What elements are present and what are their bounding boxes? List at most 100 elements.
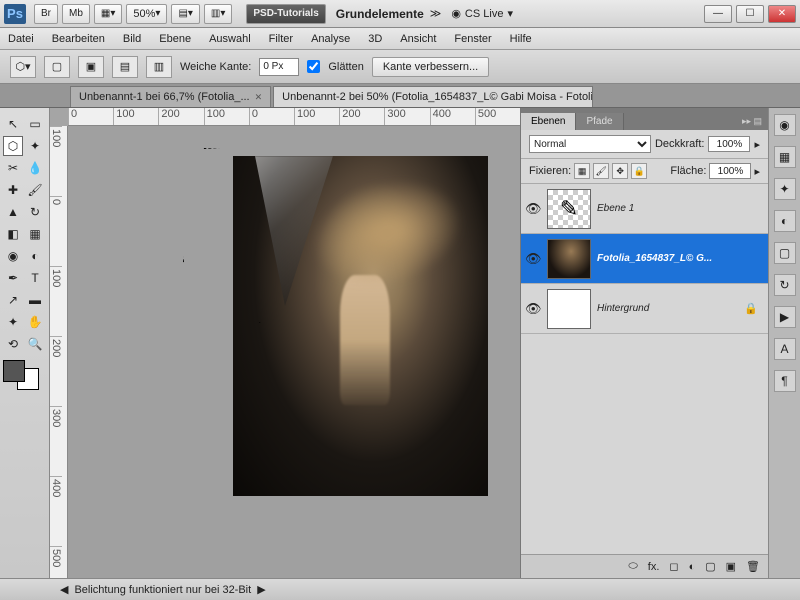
dodge-tool[interactable]: ◐ — [25, 246, 45, 266]
layer-row[interactable]: 👁 Fotolia_1654837_L© G... — [521, 234, 768, 284]
marquee-tool[interactable]: ▭ — [25, 114, 45, 134]
tab-doc1[interactable]: Unbenannt-1 bei 66,7% (Fotolia_...✕ — [70, 86, 271, 107]
lock-all-icon[interactable]: 🔒 — [631, 163, 647, 179]
minibridge-button[interactable]: Mb — [62, 4, 90, 24]
masks-panel-icon[interactable]: ▢ — [774, 242, 796, 264]
pen-tool[interactable]: ✒ — [3, 268, 23, 288]
tab-doc2[interactable]: Unbenannt-2 bei 50% (Fotolia_1654837_L© … — [273, 86, 593, 107]
layer-name[interactable]: Fotolia_1654837_L© G... — [597, 253, 764, 264]
lasso-tool[interactable]: ⬡ — [3, 136, 23, 156]
paragraph-panel-icon[interactable]: ¶ — [774, 370, 796, 392]
history-panel-icon[interactable]: ↻ — [774, 274, 796, 296]
workspace-name[interactable]: Grundelemente — [336, 7, 424, 21]
heal-tool[interactable]: ✚ — [3, 180, 23, 200]
hand-tool[interactable]: ✋ — [25, 312, 45, 332]
menu-bearbeiten[interactable]: Bearbeiten — [52, 33, 105, 45]
path-tool[interactable]: ↗ — [3, 290, 23, 310]
menu-auswahl[interactable]: Auswahl — [209, 33, 251, 45]
close-button[interactable]: ✕ — [768, 5, 796, 23]
adjustment-icon[interactable]: ◐ — [689, 561, 696, 573]
panel-menu-icon[interactable]: ▸▸ ▤ — [736, 113, 768, 130]
stamp-tool[interactable]: ▲ — [3, 202, 23, 222]
layer-thumbnail[interactable] — [547, 239, 591, 279]
menu-fenster[interactable]: Fenster — [454, 33, 491, 45]
layer-row[interactable]: 👁 Hintergrund 🔒 — [521, 284, 768, 334]
tab1-close-icon[interactable]: ✕ — [255, 92, 263, 103]
lock-pixels-icon[interactable]: 🖌 — [593, 163, 609, 179]
adjustments-panel-icon[interactable]: ◐ — [774, 210, 796, 232]
fx-icon[interactable]: fx. — [648, 561, 660, 573]
crop-tool[interactable]: ✂ — [3, 158, 23, 178]
lock-position-icon[interactable]: ✥ — [612, 163, 628, 179]
menu-3d[interactable]: 3D — [368, 33, 382, 45]
link-icon[interactable]: ⬭ — [628, 560, 637, 573]
type-tool[interactable]: T — [25, 268, 45, 288]
antialias-checkbox[interactable] — [307, 60, 320, 73]
photoshop-icon: Ps — [4, 4, 26, 24]
layer-name[interactable]: Ebene 1 — [597, 203, 764, 214]
tool-preset-icon[interactable]: ⬡▾ — [10, 56, 36, 78]
styles-panel-icon[interactable]: ✦ — [774, 178, 796, 200]
fill-input[interactable] — [709, 163, 751, 179]
gradient-tool[interactable]: ▦ — [25, 224, 45, 244]
canvas[interactable] — [68, 126, 520, 578]
feather-input[interactable] — [259, 58, 299, 76]
wand-tool[interactable]: ✦ — [25, 136, 45, 156]
selection-intersect-icon[interactable]: ▥ — [146, 56, 172, 78]
opacity-input[interactable] — [708, 136, 750, 152]
menu-datei[interactable]: Datei — [8, 33, 34, 45]
bridge-button[interactable]: Br — [34, 4, 58, 24]
layer-row[interactable]: 👁 ✎ Ebene 1 — [521, 184, 768, 234]
status-text: Belichtung funktioniert nur bei 32-Bit — [74, 584, 251, 596]
zoom-level[interactable]: 50% ▾ — [126, 4, 167, 24]
3d-tool[interactable]: ✦ — [3, 312, 23, 332]
actions-panel-icon[interactable]: ▶ — [774, 306, 796, 328]
zoom-tool[interactable]: 🔍 — [25, 334, 45, 354]
blur-tool[interactable]: ◉ — [3, 246, 23, 266]
refine-edge-button[interactable]: Kante verbessern... — [372, 57, 489, 77]
view-extras-button[interactable]: ▤▾ — [171, 4, 199, 24]
color-swatches[interactable] — [3, 360, 39, 390]
menu-hilfe[interactable]: Hilfe — [510, 33, 532, 45]
layer-thumbnail[interactable] — [547, 289, 591, 329]
shape-tool[interactable]: ▬ — [25, 290, 45, 310]
rotate-tool[interactable]: ⟲ — [3, 334, 23, 354]
swatches-panel-icon[interactable]: ▦ — [774, 146, 796, 168]
group-icon[interactable]: ▢ — [705, 560, 715, 573]
selection-sub-icon[interactable]: ▤ — [112, 56, 138, 78]
delete-icon[interactable]: 🗑 — [746, 560, 760, 573]
eraser-tool[interactable]: ◧ — [3, 224, 23, 244]
blend-mode-select[interactable]: Normal — [529, 135, 651, 153]
tutorials-button[interactable]: PSD-Tutorials — [246, 4, 325, 24]
visibility-icon[interactable]: 👁 — [525, 301, 541, 317]
layer-thumbnail[interactable]: ✎ — [547, 189, 591, 229]
menu-bild[interactable]: Bild — [123, 33, 141, 45]
screen-mode-button[interactable]: ▦▾ — [94, 4, 122, 24]
menu-filter[interactable]: Filter — [269, 33, 293, 45]
cslive-button[interactable]: ◉ CS Live ▾ — [451, 7, 513, 20]
brush-tool[interactable]: 🖌 — [25, 180, 45, 200]
minimize-button[interactable]: — — [704, 5, 732, 23]
arrange-button[interactable]: ▥▾ — [204, 4, 232, 24]
more-icon[interactable]: ≫ — [430, 7, 442, 20]
menu-ebene[interactable]: Ebene — [159, 33, 191, 45]
selection-new-icon[interactable]: ▢ — [44, 56, 70, 78]
character-panel-icon[interactable]: A — [774, 338, 796, 360]
layer-name[interactable]: Hintergrund — [597, 303, 738, 314]
visibility-icon[interactable]: 👁 — [525, 201, 541, 217]
lock-icon: 🔒 — [744, 302, 758, 315]
paths-tab[interactable]: Pfade — [576, 113, 623, 130]
color-panel-icon[interactable]: ◉ — [774, 114, 796, 136]
history-brush-tool[interactable]: ↻ — [25, 202, 45, 222]
mask-icon[interactable]: ◻ — [669, 560, 678, 573]
selection-add-icon[interactable]: ▣ — [78, 56, 104, 78]
menu-analyse[interactable]: Analyse — [311, 33, 350, 45]
visibility-icon[interactable]: 👁 — [525, 251, 541, 267]
eyedropper-tool[interactable]: 💧 — [25, 158, 45, 178]
layers-tab[interactable]: Ebenen — [521, 113, 576, 130]
lock-transparency-icon[interactable]: ▦ — [574, 163, 590, 179]
menu-ansicht[interactable]: Ansicht — [400, 33, 436, 45]
move-tool[interactable]: ↖ — [3, 114, 23, 134]
new-layer-icon[interactable]: ▣ — [726, 560, 736, 573]
maximize-button[interactable]: ☐ — [736, 5, 764, 23]
